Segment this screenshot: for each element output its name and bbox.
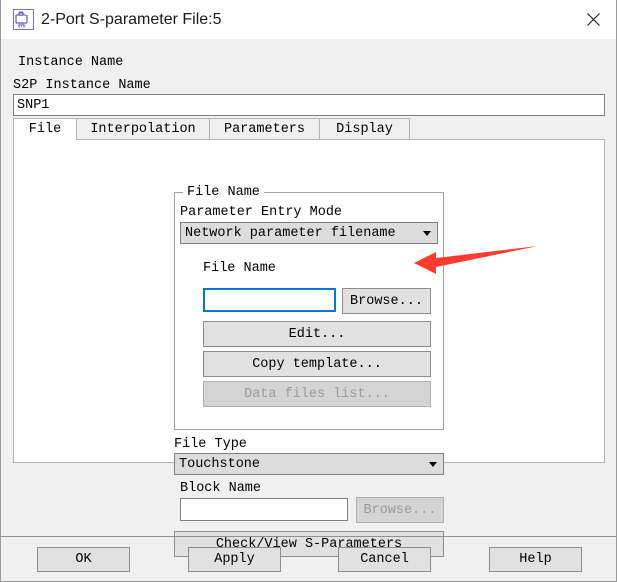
instance-name-heading: Instance Name [18,55,124,70]
footer-divider [1,536,616,537]
s2p-instance-name-label: S2P Instance Name [13,78,151,93]
browse-block-button: Browse... [356,497,444,523]
help-button[interactable]: Help [489,547,582,572]
parameter-entry-mode-combobox[interactable]: Network parameter filename [180,222,438,244]
file-type-value: Touchstone [179,456,261,472]
tab-strip: File Interpolation Parameters Display [13,118,605,140]
title-bar: 2-Port S-parameter File:5 [1,0,616,40]
chevron-down-icon [423,461,443,467]
edit-button[interactable]: Edit... [203,321,431,347]
dialog-body: Instance Name S2P Instance Name File Int… [1,39,616,581]
ok-button[interactable]: OK [37,547,130,572]
block-name-label: Block Name [180,481,262,496]
tab-display[interactable]: Display [319,118,410,140]
file-name-groupbox-title: File Name [183,185,264,200]
cancel-button[interactable]: Cancel [338,547,431,572]
s2p-instance-name-input[interactable] [13,94,605,116]
browse-file-button[interactable]: Browse... [342,288,431,314]
tab-parameters[interactable]: Parameters [209,118,320,140]
data-files-list-button: Data files list... [203,381,431,407]
parameter-entry-mode-label: Parameter Entry Mode [180,205,343,220]
close-icon[interactable] [568,0,616,38]
s-parameter-network-icon [13,9,34,30]
file-name-label: File Name [203,261,276,276]
chevron-down-icon [417,230,437,236]
window-title: 2-Port S-parameter File:5 [41,11,222,28]
file-type-label: File Type [174,437,247,452]
tab-file[interactable]: File [13,118,77,140]
dialog-window: 2-Port S-parameter File:5 Instance Name … [0,0,617,582]
tab-panel-file: File Name Parameter Entry Mode Network p… [13,139,605,557]
parameter-entry-mode-value: Network parameter filename [185,225,396,241]
copy-template-button[interactable]: Copy template... [203,351,431,377]
apply-button[interactable]: Apply [188,547,281,572]
file-name-input[interactable] [203,288,336,312]
file-type-combobox[interactable]: Touchstone [174,453,444,475]
tab-interpolation[interactable]: Interpolation [76,118,210,140]
block-name-input[interactable] [180,498,348,521]
